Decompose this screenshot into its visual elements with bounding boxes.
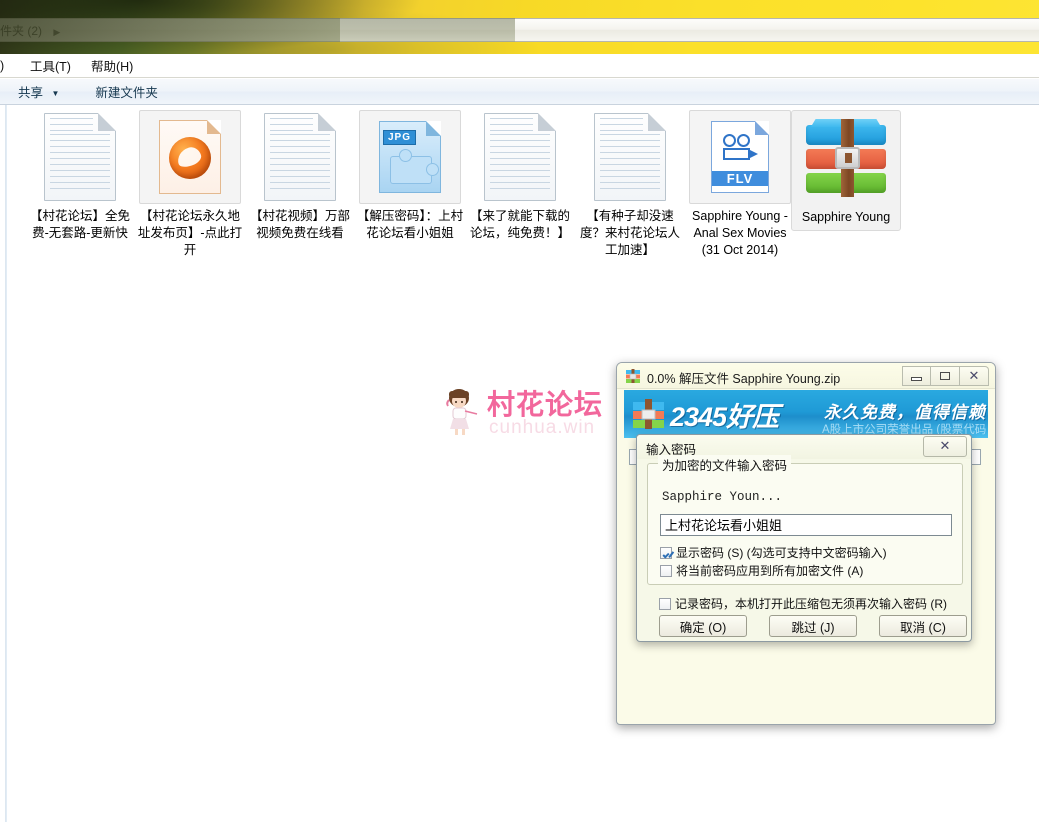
cancel-button[interactable]: 取消 (C) [879, 615, 967, 637]
checkbox-box[interactable] [660, 547, 672, 559]
menu-item-help[interactable]: 帮助(H) [91, 56, 133, 75]
breadcrumb-chevron-right-icon[interactable]: ▶ [53, 27, 60, 38]
file-label: 【村花视频】万部视频免费在线看 [249, 209, 350, 240]
encrypted-file-name: Sapphire Youn... [662, 490, 783, 504]
text-document-icon [594, 113, 666, 201]
rar-archive-icon [804, 119, 888, 197]
command-bar: 共享 ▼ 新建文件夹 [0, 79, 1039, 105]
file-item[interactable]: 【有种子却没速度？来村花论坛人工加速】 [575, 110, 685, 259]
file-item[interactable]: 【村花论坛】全免费-无套路-更新快 [25, 110, 135, 242]
file-label: 【有种子却没速度？来村花论坛人工加速】 [579, 209, 680, 257]
jpg-image-icon: JPG [379, 121, 441, 193]
close-icon[interactable]: ✕ [923, 436, 967, 457]
window-controls: ✕ [902, 366, 989, 386]
file-item[interactable]: 【来了就能下载的论坛，纯免费！】 [465, 110, 575, 242]
file-label: Sapphire Young - Anal Sex Movies (31 Oct… [692, 209, 788, 257]
screen: 件夹 (2) ▶ ) 工具(T) 帮助(H) 共享 ▼ 新建文件夹 【村花论坛】… [0, 0, 1039, 822]
checkbox-box[interactable] [659, 598, 671, 610]
file-item[interactable]: FLV Sapphire Young - Anal Sex Movies (31… [685, 110, 795, 259]
file-icon-container [469, 110, 571, 204]
show-password-checkbox[interactable]: 显示密码 (S) (勾选可支持中文密码输入) [660, 544, 887, 561]
password-group-label: 为加密的文件输入密码 [658, 455, 792, 474]
skip-button-label: 跳过 (J) [791, 620, 835, 635]
file-item[interactable]: 【村花视频】万部视频免费在线看 [245, 110, 355, 242]
file-label: 【来了就能下载的论坛，纯免费！】 [469, 209, 570, 240]
file-icon-container: JPG [359, 110, 461, 204]
close-icon[interactable]: ✕ [960, 366, 989, 386]
remember-password-checkbox[interactable]: 记录密码，本机打开此压缩包无须再次输入密码 (R) [659, 595, 947, 612]
text-document-icon [44, 113, 116, 201]
file-label: Sapphire Young [792, 209, 900, 226]
show-password-label: 显示密码 (S) (勾选可支持中文密码输入) [676, 546, 887, 560]
haozip-ad-banner[interactable]: 2345好压 永久免费，值得信赖 A股上市公司荣誉出品 (股票代码：002195… [624, 390, 988, 438]
file-label: 【村花论坛永久地址发布页】-点此打开 [137, 209, 243, 257]
file-label: 【村花论坛】全免费-无套路-更新快 [29, 209, 130, 240]
chevron-down-icon[interactable]: ▼ [52, 89, 60, 98]
ok-button[interactable]: 确定 (O) [659, 615, 747, 637]
file-icon-container [249, 110, 351, 204]
apply-to-all-label: 将当前密码应用到所有加密文件 (A) [676, 564, 864, 578]
apply-to-all-checkbox[interactable]: 将当前密码应用到所有加密文件 (A) [660, 562, 863, 579]
command-share-label: 共享 [18, 86, 44, 100]
banner-slogan: 永久免费，值得信赖 [824, 403, 986, 422]
file-grid: 【村花论坛】全免费-无套路-更新快 【村花论坛永久地址发布页】-点此打开 【村花… [7, 105, 1039, 305]
watermark: 村花论坛 cunhua.win [443, 383, 608, 439]
file-item[interactable]: 【村花论坛永久地址发布页】-点此打开 [135, 110, 245, 259]
minimize-button[interactable] [902, 366, 931, 386]
window-title-bar[interactable]: 0.0% 解压文件 Sapphire Young.zip ✕ [617, 363, 995, 389]
remember-password-label: 记录密码，本机打开此压缩包无须再次输入密码 (R) [675, 597, 947, 611]
file-item-selection: Sapphire Young [791, 110, 901, 231]
girl-mascot-icon [446, 389, 478, 435]
password-dialog-buttons: 确定 (O) 跳过 (J) 取消 (C) [659, 615, 967, 637]
window-title: 0.0% 解压文件 Sapphire Young.zip [647, 372, 841, 386]
file-icon-container [579, 110, 681, 204]
password-group-box: 为加密的文件输入密码 Sapphire Youn... 上村花论坛看小姐姐 显示… [647, 455, 963, 585]
password-input-value: 上村花论坛看小姐姐 [665, 518, 783, 533]
command-new-folder[interactable]: 新建文件夹 [95, 82, 158, 101]
close-glyph: ✕ [968, 368, 980, 384]
file-icon-container [795, 111, 897, 205]
command-share[interactable]: 共享 ▼ [18, 82, 59, 101]
menu-item-tools[interactable]: 工具(T) [30, 56, 71, 75]
watermark-subtext: cunhua.win [489, 417, 596, 438]
cancel-button-label: 取消 (C) [900, 620, 946, 635]
password-dialog: 输入密码 ✕ 为加密的文件输入密码 Sapphire Youn... 上村花论坛… [636, 434, 972, 642]
file-item[interactable]: Sapphire Young [791, 110, 901, 231]
text-document-icon [264, 113, 336, 201]
breadcrumb-text: 件夹 (2) [0, 23, 43, 38]
address-bar[interactable]: 件夹 (2) ▶ [0, 18, 1039, 42]
close-glyph: ✕ [939, 439, 951, 454]
menu-item-truncated[interactable]: ) [0, 59, 10, 73]
ok-button-label: 确定 (O) [679, 620, 727, 635]
firefox-html-document-icon [159, 120, 221, 194]
menu-bar: ) 工具(T) 帮助(H) [0, 54, 1039, 78]
haozip-app-icon [626, 369, 640, 383]
flv-video-icon: FLV [711, 121, 769, 193]
text-document-icon [484, 113, 556, 201]
password-input[interactable]: 上村花论坛看小姐姐 [660, 514, 952, 536]
file-icon-container [139, 110, 241, 204]
breadcrumb[interactable]: 件夹 (2) ▶ [0, 22, 60, 39]
file-label: 【解压密码】：上村花论坛看小姐姐 [356, 209, 464, 240]
checkbox-box[interactable] [660, 565, 672, 577]
banner-brand: 2345好压 [670, 402, 779, 432]
file-icon-container: FLV [689, 110, 791, 204]
maximize-button[interactable] [931, 366, 960, 386]
haozip-logo-icon [633, 399, 664, 429]
skip-button[interactable]: 跳过 (J) [769, 615, 857, 637]
file-item[interactable]: JPG 【解压密码】：上村花论坛看小姐姐 [355, 110, 465, 242]
file-icon-container [29, 110, 131, 204]
